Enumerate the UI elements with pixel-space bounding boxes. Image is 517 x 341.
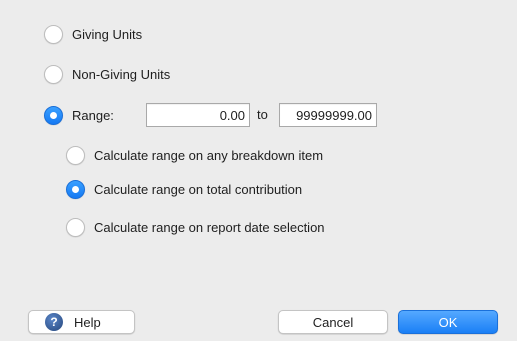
- sub-option-report-date[interactable]: Calculate range on report date selection: [66, 218, 325, 237]
- range-label: Range:: [72, 108, 114, 123]
- any-breakdown-label: Calculate range on any breakdown item: [94, 148, 324, 163]
- giving-units-radio[interactable]: [44, 25, 63, 44]
- help-icon: ?: [45, 313, 63, 331]
- radio-selected-dot: [72, 186, 79, 193]
- report-date-label: Calculate range on report date selection: [94, 220, 325, 235]
- sub-option-total-contribution[interactable]: Calculate range on total contribution: [66, 180, 302, 199]
- giving-units-option[interactable]: Giving Units: [44, 25, 142, 44]
- any-breakdown-radio[interactable]: [66, 146, 85, 165]
- total-contribution-radio[interactable]: [66, 180, 85, 199]
- cancel-button[interactable]: Cancel: [278, 310, 388, 334]
- total-contribution-label: Calculate range on total contribution: [94, 182, 303, 197]
- range-to-input[interactable]: [279, 103, 377, 127]
- range-option[interactable]: Range:: [44, 106, 114, 125]
- sub-option-any-breakdown[interactable]: Calculate range on any breakdown item: [66, 146, 323, 165]
- non-giving-units-label: Non-Giving Units: [72, 67, 171, 82]
- range-options-dialog: Giving Units Non-Giving Units Range: to …: [0, 0, 517, 341]
- range-radio[interactable]: [44, 106, 63, 125]
- ok-button[interactable]: OK: [398, 310, 498, 334]
- help-button-label: Help: [74, 314, 101, 330]
- giving-units-label: Giving Units: [72, 27, 143, 42]
- report-date-radio[interactable]: [66, 218, 85, 237]
- radio-selected-dot: [50, 112, 57, 119]
- help-button[interactable]: ? Help: [28, 310, 135, 334]
- range-from-input[interactable]: [146, 103, 250, 127]
- non-giving-units-radio[interactable]: [44, 65, 63, 84]
- range-to-label: to: [257, 107, 268, 122]
- non-giving-units-option[interactable]: Non-Giving Units: [44, 65, 170, 84]
